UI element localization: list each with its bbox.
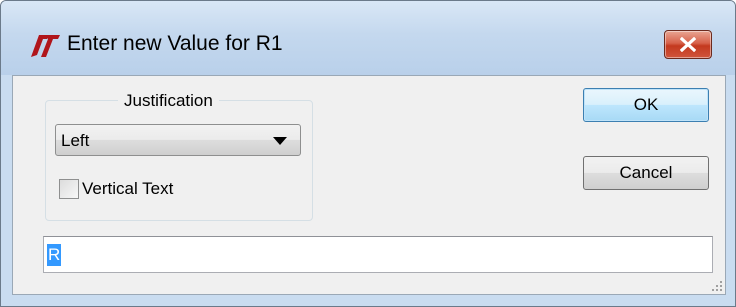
dialog-window: Enter new Value for R1 Justification Lef… — [0, 0, 736, 307]
vertical-text-label[interactable]: Vertical Text — [82, 179, 173, 199]
resize-grip-icon[interactable] — [711, 280, 723, 292]
justification-dropdown[interactable]: Left — [55, 124, 301, 156]
justification-group: Justification Left Vertical Text — [45, 91, 313, 221]
close-button[interactable] — [664, 30, 712, 59]
window-title: Enter new Value for R1 — [67, 32, 283, 55]
justification-legend: Justification — [118, 91, 219, 111]
close-icon — [680, 37, 696, 52]
justification-selected-value: Left — [61, 131, 90, 150]
value-input-text: R — [47, 244, 62, 266]
cancel-button[interactable]: Cancel — [583, 156, 709, 190]
value-input[interactable]: R — [43, 236, 713, 273]
ok-button[interactable]: OK — [583, 88, 709, 122]
dialog-client-area: Justification Left Vertical Text OK Canc… — [12, 75, 726, 295]
title-bar[interactable]: Enter new Value for R1 — [1, 1, 735, 75]
dropdown-arrow-icon — [273, 137, 287, 145]
vertical-text-checkbox[interactable] — [59, 179, 79, 199]
linear-technology-logo-icon — [31, 35, 60, 57]
